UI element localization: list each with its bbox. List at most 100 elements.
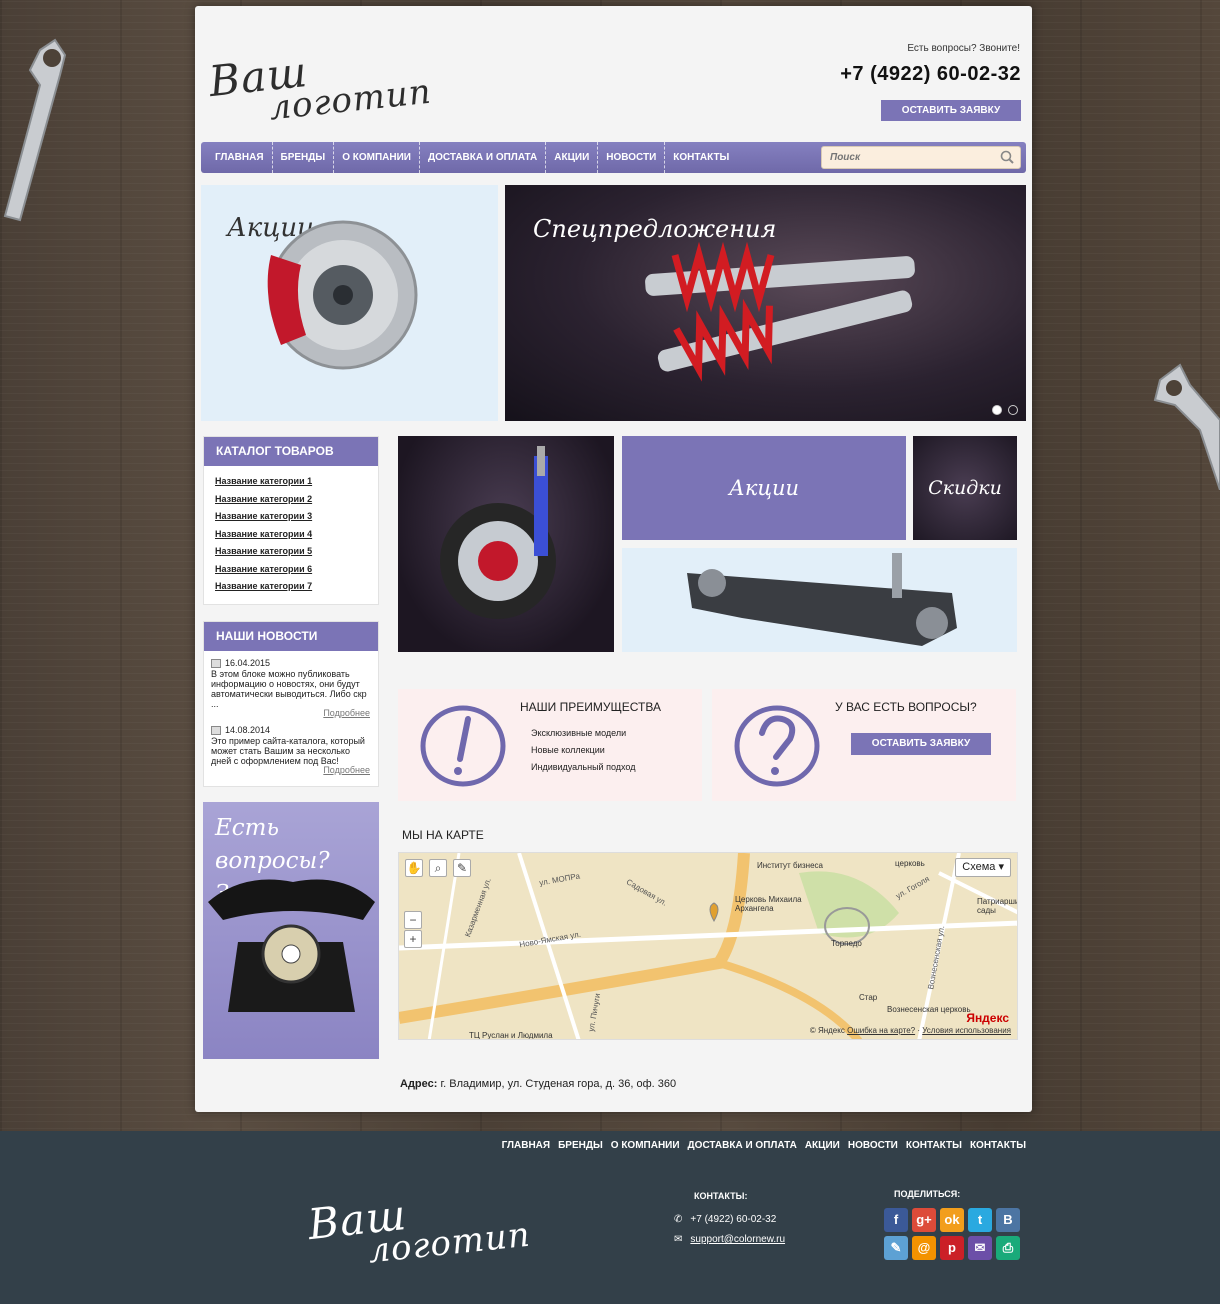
- footer-nav-item[interactable]: КОНТАКТЫ: [906, 1140, 962, 1151]
- nav-item-home[interactable]: ГЛАВНАЯ: [207, 142, 273, 173]
- map-copyright: © Яндекс Ошибка на карте? · Условия испо…: [809, 1026, 1011, 1035]
- promo-banner[interactable]: Акции: [201, 185, 498, 421]
- print-icon[interactable]: ⎙: [996, 1236, 1020, 1260]
- email-share-icon[interactable]: ✉: [968, 1236, 992, 1260]
- livejournal-icon[interactable]: ✎: [884, 1236, 908, 1260]
- map-label: Торпедо: [831, 939, 862, 948]
- mailru-icon[interactable]: @: [912, 1236, 936, 1260]
- search-icon[interactable]: [1000, 150, 1014, 164]
- catalog-item[interactable]: Название категории 3: [215, 508, 378, 526]
- map-label: ТЦ Руслан и Людмила: [469, 1031, 553, 1040]
- exclamation-icon: [420, 705, 506, 787]
- header-phone: +7 (4922) 60-02-32: [840, 63, 1021, 85]
- questions-block: У ВАС ЕСТЬ ВОПРОСЫ? ОСТАВИТЬ ЗАЯВКУ: [712, 689, 1016, 801]
- calendar-icon: [211, 658, 221, 668]
- footer-nav-item[interactable]: НОВОСТИ: [848, 1140, 898, 1151]
- address-label: Адрес:: [400, 1078, 438, 1090]
- footer: ГЛАВНАЯ БРЕНДЫ О КОМПАНИИ ДОСТАВКА И ОПЛ…: [0, 1131, 1220, 1304]
- catalog-item[interactable]: Название категории 6: [215, 561, 378, 579]
- question-mark-icon: [734, 705, 820, 787]
- brake-disc-image: [267, 220, 418, 370]
- request-button[interactable]: ОСТАВИТЬ ЗАЯВКУ: [881, 100, 1021, 121]
- footer-nav-item[interactable]: ГЛАВНАЯ: [502, 1140, 551, 1151]
- footer-nav-item[interactable]: БРЕНДЫ: [558, 1140, 603, 1151]
- pinterest-icon[interactable]: p: [940, 1236, 964, 1260]
- wheel-tile[interactable]: [398, 436, 614, 652]
- map-title: МЫ НА КАРТЕ: [402, 828, 484, 842]
- shock-absorbers-image: [645, 241, 915, 382]
- nav-item-contacts[interactable]: КОНТАКТЫ: [665, 142, 737, 173]
- slider-dot[interactable]: [1008, 405, 1018, 415]
- yandex-map[interactable]: ✋ ⌕ ✎ − + Схема ▾ ул. МОПРа Садовая ул. …: [398, 852, 1018, 1040]
- special-offers-banner[interactable]: Спецпредложения: [505, 185, 1026, 421]
- discounts-tile[interactable]: Скидки: [913, 436, 1017, 540]
- call-us-banner[interactable]: Есть вопросы? Звоните!: [203, 802, 379, 1059]
- questions-request-button[interactable]: ОСТАВИТЬ ЗАЯВКУ: [851, 733, 991, 755]
- news-more-link[interactable]: Подробнее: [211, 765, 370, 775]
- header-question-text: Есть вопросы? Звоните!: [907, 43, 1020, 54]
- search-box: [821, 146, 1021, 169]
- footer-nav-item[interactable]: АКЦИИ: [805, 1140, 840, 1151]
- map-label: Церковь Михаила Архангела: [735, 895, 802, 913]
- news-date: 16.04.2015: [225, 658, 271, 668]
- catalog-item[interactable]: Название категории 1: [215, 473, 378, 491]
- discounts-tile-label: Скидки: [928, 477, 1002, 499]
- odnoklassniki-icon[interactable]: ok: [940, 1208, 964, 1232]
- nav-item-delivery[interactable]: ДОСТАВКА И ОПЛАТА: [420, 142, 547, 173]
- footer-email[interactable]: ✉ support@colornew.ru: [674, 1234, 785, 1245]
- nav-item-news[interactable]: НОВОСТИ: [598, 142, 666, 173]
- map-zoom-tool[interactable]: ⌕: [429, 859, 447, 877]
- map-ruler-tool[interactable]: ✎: [453, 859, 471, 877]
- catalog-item[interactable]: Название категории 7: [215, 578, 378, 596]
- catalog-item[interactable]: Название категории 4: [215, 526, 378, 544]
- catalog-item[interactable]: Название категории 2: [215, 491, 378, 509]
- nav-item-brands[interactable]: БРЕНДЫ: [273, 142, 335, 173]
- zoom-out-button[interactable]: −: [404, 911, 422, 929]
- phone-icon: ✆: [674, 1214, 683, 1225]
- envelope-icon: ✉: [674, 1234, 683, 1245]
- news-block: НАШИ НОВОСТИ 16.04.2015 В этом блоке мож…: [203, 621, 379, 787]
- catalog-block: КАТАЛОГ ТОВАРОВ Название категории 1 Наз…: [203, 436, 379, 605]
- google-plus-icon[interactable]: g+: [912, 1208, 936, 1232]
- facebook-icon[interactable]: f: [884, 1208, 908, 1232]
- page-container: Ваш логотип Есть вопросы? Звоните! +7 (4…: [195, 6, 1032, 1112]
- advantage-item: Эксклюзивные модели: [531, 728, 627, 738]
- slider-dot[interactable]: [992, 405, 1002, 415]
- promo-tile[interactable]: Акции: [622, 436, 906, 540]
- questions-title: У ВАС ЕСТЬ ВОПРОСЫ?: [835, 700, 977, 714]
- map-error-link[interactable]: Ошибка на карте?: [847, 1026, 915, 1035]
- map-label: Вознесенская церковь: [887, 1005, 971, 1014]
- news-text: В этом блоке можно публиковать информаци…: [211, 669, 367, 709]
- news-item: 16.04.2015 В этом блоке можно публиковат…: [204, 651, 378, 718]
- vk-icon[interactable]: В: [996, 1208, 1020, 1232]
- catalog-item[interactable]: Название категории 5: [215, 543, 378, 561]
- map-drag-tool[interactable]: ✋: [405, 859, 423, 877]
- map-type-select[interactable]: Схема ▾: [955, 858, 1011, 877]
- yandex-logo: Яндекс: [966, 1011, 1009, 1025]
- map-terms-link[interactable]: Условия использования: [922, 1026, 1011, 1035]
- telephone-image: [208, 879, 375, 1012]
- address: Адрес: г. Владимир, ул. Студеная гора, д…: [400, 1078, 676, 1090]
- wrench-decoration-icon: [1153, 363, 1220, 490]
- twitter-icon[interactable]: t: [968, 1208, 992, 1232]
- news-title: НАШИ НОВОСТИ: [204, 622, 378, 651]
- footer-nav-item[interactable]: ДОСТАВКА И ОПЛАТА: [688, 1140, 797, 1151]
- footer-nav-item[interactable]: О КОМПАНИИ: [611, 1140, 680, 1151]
- catalog-title: КАТАЛОГ ТОВАРОВ: [204, 437, 378, 466]
- advantage-item: Новые коллекции: [531, 745, 605, 755]
- news-more-link[interactable]: Подробнее: [211, 708, 370, 718]
- suspension-tile[interactable]: [622, 548, 1017, 652]
- news-date: 14.08.2014: [225, 725, 271, 735]
- site-logo[interactable]: Ваш логотип: [207, 46, 434, 128]
- nav-item-about[interactable]: О КОМПАНИИ: [334, 142, 420, 173]
- search-input[interactable]: [822, 147, 992, 168]
- footer-logo[interactable]: Ваш логотип: [306, 1189, 533, 1271]
- footer-phone: ✆ +7 (4922) 60-02-32: [674, 1214, 777, 1225]
- promo-tile-label: Акции: [728, 476, 800, 500]
- calendar-icon: [211, 725, 221, 735]
- wheel-image: [440, 446, 556, 619]
- zoom-in-button[interactable]: +: [404, 930, 422, 948]
- nav-item-promo[interactable]: АКЦИИ: [546, 142, 599, 173]
- news-text: Это пример сайта-каталога, который может…: [211, 736, 365, 766]
- footer-nav-item[interactable]: КОНТАКТЫ: [970, 1140, 1026, 1151]
